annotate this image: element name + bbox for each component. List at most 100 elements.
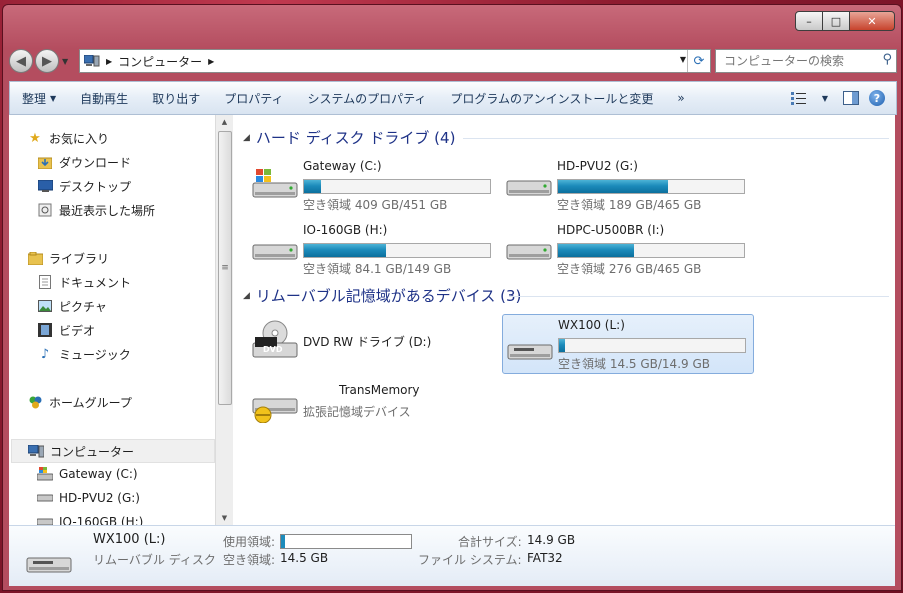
drive-name: HDPC-U500BR (I:): [557, 223, 665, 237]
minimize-button[interactable]: –: [795, 11, 823, 31]
chevron-right-icon[interactable]: ▶: [106, 57, 112, 66]
recent-places-icon: [37, 202, 53, 218]
sidebar-label: 最近表示した場所: [59, 203, 156, 218]
change-view-button[interactable]: [786, 86, 812, 110]
drive-hdpc-u500br-i[interactable]: HDPC-U500BR (I:) 空き領域 276 GB/465 GB: [499, 217, 749, 276]
sidebar-label: Gateway (C:): [59, 467, 138, 481]
uninstall-program-button[interactable]: プログラムのアンインストールと変更: [438, 82, 665, 114]
free-space-label: 空き領域:: [223, 553, 276, 567]
hard-drive-icon: [37, 490, 53, 506]
navigation-bar: ◀ ▶ ▼ ▶ コンピューター ▶ ▼ ⟳ ⚲: [3, 45, 901, 79]
group-header-removable[interactable]: ◢ リムーバブル記憶域があるデバイス (3): [243, 285, 521, 306]
picture-icon: [37, 298, 53, 314]
drive-transmemory[interactable]: TransMemory 拡張記憶域デバイス: [245, 377, 495, 435]
group-title: リムーバブル記憶域があるデバイス (3): [255, 287, 522, 305]
sidebar-label: ホームグループ: [49, 395, 132, 410]
sidebar-item-libraries[interactable]: ライブラリ: [27, 247, 109, 269]
usage-bar: [303, 243, 491, 258]
sidebar-label: コンピューター: [50, 444, 135, 459]
eject-button[interactable]: 取り出す: [140, 82, 212, 114]
drive-name: TransMemory: [339, 383, 420, 397]
usage-bar-fill: [558, 180, 668, 193]
sidebar-label: ライブラリ: [49, 251, 110, 266]
forward-button[interactable]: ▶: [35, 49, 59, 73]
downloads-folder-icon: [37, 154, 53, 170]
star-icon: ★: [29, 130, 41, 146]
chevron-right-icon[interactable]: ▶: [208, 57, 214, 66]
used-space-label: 使用領域:: [223, 535, 276, 549]
usage-bar: [303, 179, 491, 194]
free-space: 空き領域 189 GB/465 GB: [557, 198, 702, 212]
navigation-scrollbar[interactable]: ▲ ≡ ▼: [215, 115, 233, 525]
used-space-bar-fill: [281, 535, 285, 548]
sidebar-item-homegroup[interactable]: ホームグループ: [27, 391, 132, 413]
close-button[interactable]: ✕: [849, 11, 895, 31]
group-header-hard-disk[interactable]: ◢ ハード ディスク ドライブ (4): [243, 127, 455, 148]
sidebar-item-recent-places[interactable]: 最近表示した場所: [37, 199, 155, 221]
hard-drive-icon: [37, 514, 53, 525]
organize-button[interactable]: 整理 ▼: [10, 82, 68, 114]
scroll-up-icon[interactable]: ▲: [216, 115, 233, 129]
sidebar-item-music[interactable]: ♪ ミュージック: [37, 343, 131, 365]
help-button[interactable]: ?: [864, 86, 890, 110]
details-pane: WX100 (L:) リムーバブル ディスク 使用領域: 空き領域: 14.5 …: [9, 525, 895, 586]
collapse-icon[interactable]: ◢: [243, 291, 250, 301]
sidebar-item-documents[interactable]: ドキュメント: [37, 271, 131, 293]
back-button[interactable]: ◀: [9, 49, 33, 73]
usage-bar: [557, 243, 745, 258]
search-input[interactable]: [722, 53, 876, 69]
sidebar-item-desktop[interactable]: デスクトップ: [37, 175, 131, 197]
view-dropdown-icon[interactable]: ▼: [812, 86, 838, 110]
sidebar-item-videos[interactable]: ビデオ: [37, 319, 95, 341]
grip-icon: ≡: [221, 263, 229, 273]
sidebar-label: ピクチャ: [59, 299, 107, 314]
properties-button[interactable]: プロパティ: [212, 82, 295, 114]
search-box[interactable]: ⚲: [715, 49, 897, 73]
address-bar[interactable]: ▶ コンピューター ▶ ▼ ⟳: [79, 49, 711, 73]
preview-pane-button[interactable]: [838, 86, 864, 110]
recent-pages-dropdown-icon[interactable]: ▼: [62, 57, 68, 66]
collapse-icon[interactable]: ◢: [243, 133, 250, 143]
usage-bar-fill: [558, 244, 635, 257]
refresh-button[interactable]: ⟳: [687, 50, 710, 72]
dvd-badge: DVD: [263, 345, 283, 354]
sidebar-item-favorites[interactable]: ★ お気に入り: [27, 127, 109, 149]
drive-io-160gb-h[interactable]: IO-160GB (H:) 空き領域 84.1 GB/149 GB: [245, 217, 495, 276]
sidebar-label: ドキュメント: [59, 275, 132, 290]
drive-name: WX100 (L:): [558, 318, 625, 332]
homegroup-icon: [27, 394, 43, 410]
drive-dvd-rw-d[interactable]: DVD DVD RW ドライブ (D:): [245, 311, 495, 369]
sidebar-item-io-160gb-h[interactable]: IO-160GB (H:): [37, 511, 143, 525]
explorer-window: – □ ✕ ◀ ▶ ▼ ▶ コンピューター ▶ ▼ ⟳ ⚲ 整理: [2, 4, 902, 591]
organize-label: 整理: [22, 91, 47, 106]
usage-bar-fill: [304, 244, 386, 257]
drive-hd-pvu2-g[interactable]: HD-PVU2 (G:) 空き領域 189 GB/465 GB: [499, 153, 749, 212]
drive-gateway-c[interactable]: Gateway (C:) 空き領域 409 GB/451 GB: [245, 153, 495, 212]
system-drive-icon: [252, 169, 298, 198]
sidebar-label: IO-160GB (H:): [59, 515, 144, 525]
scroll-down-icon[interactable]: ▼: [216, 511, 233, 525]
command-bar: 整理 ▼ 自動再生 取り出す プロパティ システムのプロパティ プログラムのアン…: [9, 81, 897, 115]
autoplay-button[interactable]: 自動再生: [68, 82, 140, 114]
sidebar-label: ビデオ: [59, 323, 96, 338]
sidebar-item-pictures[interactable]: ピクチャ: [37, 295, 107, 317]
sidebar-item-computer[interactable]: コンピューター: [11, 439, 215, 463]
sidebar-item-downloads[interactable]: ダウンロード: [37, 151, 131, 173]
navigation-pane: ★ お気に入り ダウンロード デスクトップ 最近表示した場所 ライブラリ ドキュ…: [9, 115, 215, 525]
free-space-value: 14.5 GB: [280, 551, 329, 565]
breadcrumb-computer[interactable]: コンピューター: [118, 53, 202, 70]
sidebar-item-hd-pvu2-g[interactable]: HD-PVU2 (G:): [37, 487, 140, 509]
scroll-thumb[interactable]: ≡: [218, 131, 232, 405]
system-properties-button[interactable]: システムのプロパティ: [295, 82, 438, 114]
file-system-value: FAT32: [527, 551, 563, 565]
more-commands-button[interactable]: »: [665, 82, 696, 114]
sidebar-item-gateway-c[interactable]: Gateway (C:): [37, 463, 138, 485]
sidebar-label: デスクトップ: [59, 179, 132, 194]
details-type: リムーバブル ディスク: [93, 553, 216, 567]
address-dropdown-icon[interactable]: ▼: [680, 55, 686, 64]
group-divider: [509, 296, 889, 297]
search-icon[interactable]: ⚲: [882, 52, 892, 67]
maximize-button[interactable]: □: [822, 11, 850, 31]
drive-name: DVD RW ドライブ (D:): [303, 335, 432, 349]
drive-wx100-l[interactable]: WX100 (L:) 空き領域 14.5 GB/14.9 GB: [502, 314, 754, 374]
